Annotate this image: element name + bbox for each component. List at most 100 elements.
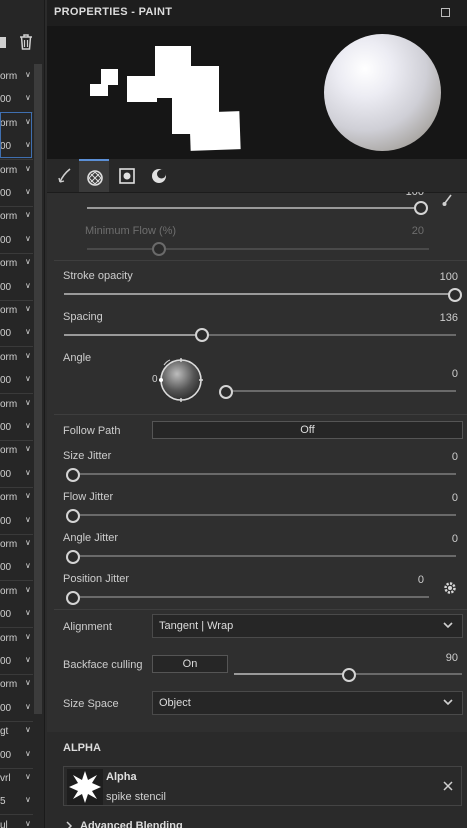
layer-row-fragment[interactable]: 00 ∨ [0, 557, 33, 579]
layer-row-fragment[interactable]: 00 ∨ [0, 323, 33, 345]
chevron-down-icon[interactable]: ∨ [25, 187, 31, 196]
chevron-down-icon[interactable]: ∨ [25, 608, 31, 617]
chevron-down-icon[interactable]: ∨ [25, 632, 31, 641]
flow-jitter-track[interactable] [72, 514, 456, 516]
chevron-down-icon[interactable]: ∨ [25, 725, 31, 734]
angle-dial[interactable]: 0 [152, 357, 204, 403]
alignment-dropdown[interactable]: Tangent | Wrap [152, 614, 463, 638]
layer-row-fragment[interactable]: orm ∨ [0, 394, 33, 416]
chevron-down-icon[interactable]: ∨ [25, 210, 31, 219]
layer-row-fragment[interactable]: vrl ∨ [0, 768, 33, 790]
chevron-down-icon[interactable]: ∨ [25, 421, 31, 430]
layer-row-fragment[interactable]: orm ∨ [0, 534, 33, 556]
layer-row-fragment[interactable]: 00 ∨ [0, 277, 33, 299]
chevron-down-icon[interactable]: ∨ [25, 749, 31, 758]
layer-row-fragment[interactable]: orm ∨ [0, 347, 33, 369]
chevron-down-icon[interactable]: ∨ [25, 515, 31, 524]
tab-environment[interactable] [143, 159, 173, 192]
chevron-down-icon[interactable]: ∨ [25, 70, 31, 79]
layer-scrollbar[interactable] [34, 64, 42, 714]
follow-path-toggle[interactable]: Off [152, 421, 463, 439]
spacing-track-filled[interactable] [64, 334, 201, 336]
chevron-down-icon[interactable]: ∨ [25, 234, 31, 243]
size-space-dropdown[interactable]: Object [152, 691, 463, 715]
layer-row-fragment[interactable]: orm ∨ [0, 253, 33, 275]
layer-row-fragment[interactable]: orm ∨ [0, 487, 33, 509]
backface-culling-track[interactable] [348, 673, 462, 675]
layer-row-fragment[interactable]: 00 ∨ [0, 417, 33, 439]
layer-square-icon[interactable] [0, 37, 6, 48]
flow-jitter-knob[interactable] [66, 509, 80, 523]
backface-culling-toggle[interactable]: On [152, 655, 228, 673]
min-flow-track[interactable] [87, 248, 429, 250]
angle-jitter-track[interactable] [72, 555, 456, 557]
close-icon[interactable] [443, 781, 453, 791]
chevron-down-icon[interactable]: ∨ [25, 398, 31, 407]
layer-row-fragment[interactable]: orm ∨ [0, 628, 33, 650]
angle-jitter-knob[interactable] [66, 550, 80, 564]
chevron-down-icon[interactable]: ∨ [25, 351, 31, 360]
chevron-down-icon[interactable]: ∨ [25, 444, 31, 453]
chevron-down-icon[interactable]: ∨ [25, 561, 31, 570]
spacing-knob[interactable] [195, 328, 209, 342]
layer-row-fragment[interactable]: orm ∨ [0, 440, 33, 462]
size-jitter-knob[interactable] [66, 468, 80, 482]
chevron-down-icon[interactable]: ∨ [25, 164, 31, 173]
chevron-down-icon[interactable]: ∨ [25, 327, 31, 336]
layer-row-fragment[interactable]: orm ∨ [0, 206, 33, 228]
layer-row-fragment[interactable]: 00 ∨ [0, 511, 33, 533]
chevron-down-icon[interactable]: ∨ [25, 819, 31, 828]
chevron-down-icon[interactable]: ∨ [25, 374, 31, 383]
layer-row-fragment[interactable]: 00 ∨ [0, 464, 33, 486]
chevron-down-icon[interactable]: ∨ [25, 678, 31, 687]
layer-row-fragment[interactable]: gt ∨ [0, 721, 33, 743]
chevron-down-icon[interactable]: ∨ [25, 93, 31, 102]
layer-row-fragment[interactable]: orm ∨ [0, 300, 33, 322]
layer-row-fragment[interactable]: orm ∨ [0, 674, 33, 696]
chevron-down-icon[interactable]: ∨ [25, 655, 31, 664]
position-jitter-knob[interactable] [66, 591, 80, 605]
layer-row-fragment[interactable]: orm ∨ [0, 160, 33, 182]
layer-row-fragment[interactable]: 00 ∨ [0, 745, 33, 767]
layer-row-fragment[interactable]: 5 ∨ [0, 791, 33, 813]
chevron-down-icon[interactable]: ∨ [25, 468, 31, 477]
stroke-opacity-track[interactable] [64, 293, 455, 295]
layer-row-fragment[interactable]: 00 ∨ [0, 89, 33, 111]
layer-row-fragment[interactable]: orm ∨ [0, 66, 33, 88]
layer-row-fragment[interactable]: 00 ∨ [0, 370, 33, 392]
tab-material[interactable] [79, 159, 109, 192]
layer-row-fragment[interactable]: 00 ∨ [0, 651, 33, 673]
layer-row-fragment[interactable]: 00 ∨ [0, 230, 33, 252]
layer-row-fragment[interactable]: 00 ∨ [0, 183, 33, 205]
spacing-track[interactable] [201, 334, 456, 336]
min-flow-knob[interactable] [152, 242, 166, 256]
maximize-icon[interactable] [441, 8, 450, 17]
chevron-down-icon[interactable]: ∨ [25, 491, 31, 500]
chevron-down-icon[interactable]: ∨ [25, 538, 31, 547]
layer-row-fragment[interactable]: orm ∨ [0, 581, 33, 603]
layer-row-fragment[interactable]: 00 ∨ [0, 698, 33, 720]
advanced-blending-header[interactable]: Advanced Blending [63, 818, 363, 828]
tab-brush[interactable] [49, 159, 79, 192]
position-jitter-track[interactable] [72, 596, 429, 598]
angle-knob[interactable] [219, 385, 233, 399]
flow-track[interactable] [87, 207, 421, 209]
chevron-down-icon[interactable]: ∨ [25, 585, 31, 594]
backface-culling-track-filled[interactable] [234, 673, 348, 675]
layer-row-fragment[interactable]: 00 ∨ [0, 604, 33, 626]
pen-pressure-icon[interactable] [441, 194, 453, 208]
size-jitter-track[interactable] [72, 473, 456, 475]
tab-stencil[interactable] [111, 159, 141, 192]
angle-track[interactable] [225, 390, 456, 392]
chevron-down-icon[interactable]: ∨ [25, 772, 31, 781]
layer-row-fragment[interactable]: ul ∨ [0, 815, 33, 828]
settings-gear-icon[interactable] [442, 580, 458, 596]
stroke-opacity-knob[interactable] [448, 288, 462, 302]
chevron-down-icon[interactable]: ∨ [25, 281, 31, 290]
trash-icon[interactable] [17, 33, 35, 51]
chevron-down-icon[interactable]: ∨ [25, 702, 31, 711]
alpha-resource-card[interactable]: Alpha spike stencil [63, 766, 462, 806]
backface-culling-knob[interactable] [342, 668, 356, 682]
chevron-down-icon[interactable]: ∨ [25, 257, 31, 266]
chevron-down-icon[interactable]: ∨ [25, 795, 31, 804]
